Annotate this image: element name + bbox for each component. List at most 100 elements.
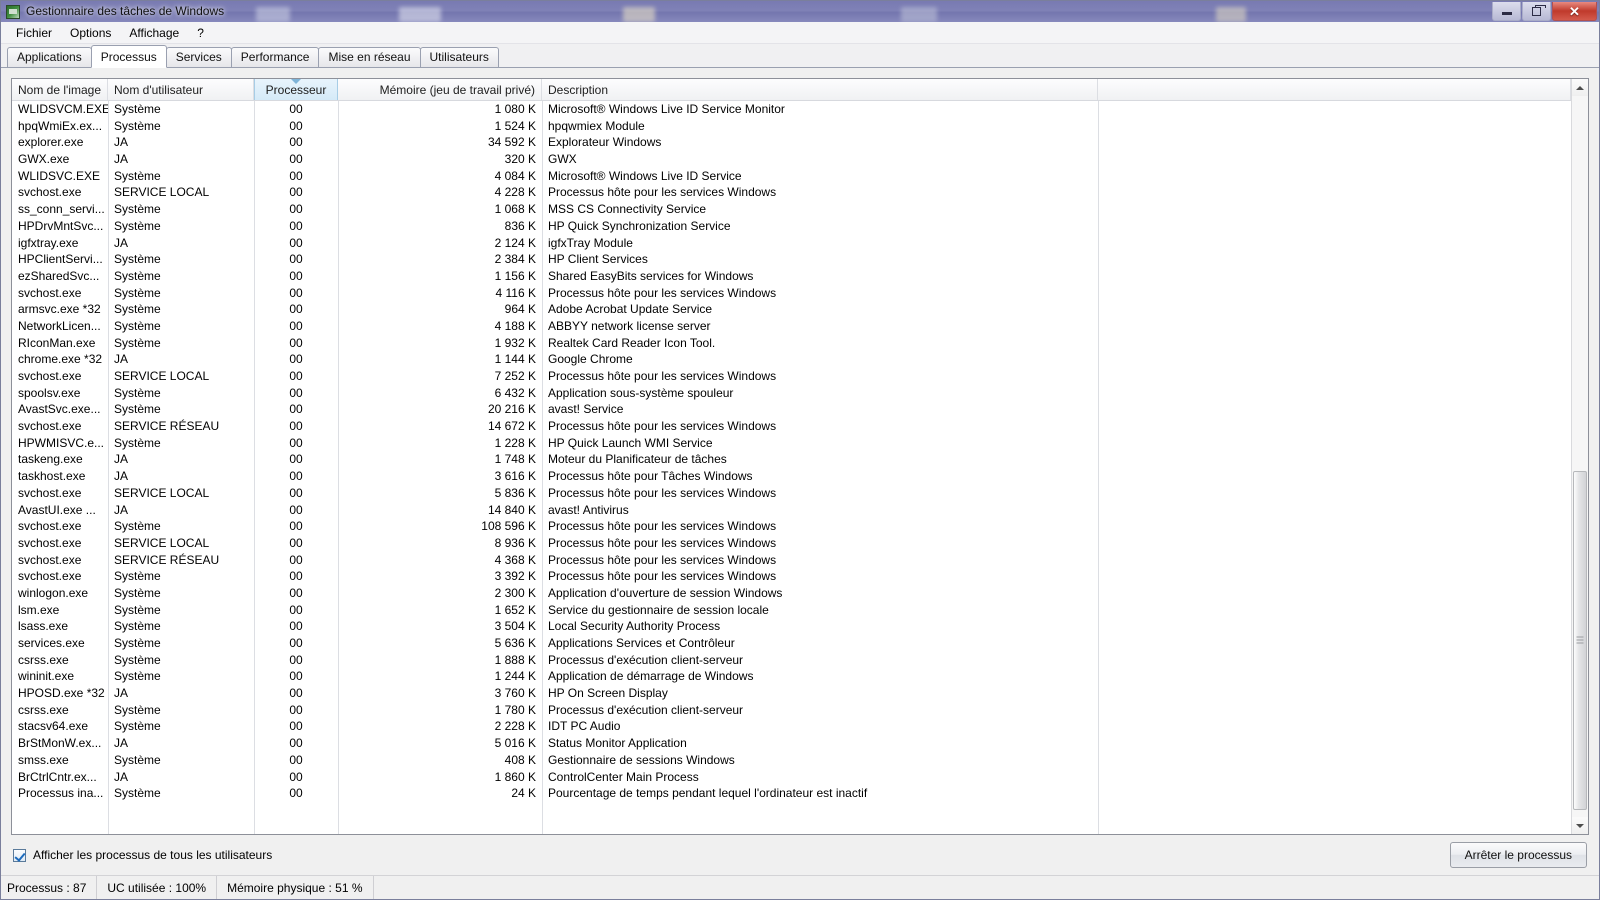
table-row[interactable]: taskeng.exe JA 00 1 748 K Moteur du Planific…: [12, 451, 1571, 468]
tab-processus[interactable]: Processus: [90, 45, 167, 68]
table-row[interactable]: lsass.exe Système 00 3 504 K Local Security …: [12, 618, 1571, 635]
table-row[interactable]: hpqWmiEx.ex... Système 00 1 524 K hpqwmiex M…: [12, 118, 1571, 135]
table-row[interactable]: svchost.exe SERVICE RÉSEAU 00 4 368 K Proces…: [12, 552, 1571, 569]
cell-user-name: Système: [114, 218, 161, 233]
table-row[interactable]: chrome.exe *32 JA 00 1 144 K Google Chrome: [12, 351, 1571, 368]
table-row[interactable]: wininit.exe Système 00 1 244 K Application d…: [12, 668, 1571, 685]
cell-description: igfxTray Module: [548, 235, 633, 250]
tab-services[interactable]: Services: [165, 47, 232, 67]
cell-description: HP Quick Synchronization Service: [548, 218, 731, 233]
table-row[interactable]: igfxtray.exe JA 00 2 124 K igfxTray Module: [12, 235, 1571, 252]
minimize-icon: [1501, 12, 1512, 15]
table-row[interactable]: csrss.exe Système 00 1 780 K Processus d'exé…: [12, 702, 1571, 719]
menu-item-affichage[interactable]: Affichage: [120, 24, 188, 42]
cell-image-name: AvastSvc.exe...: [18, 402, 101, 417]
table-row[interactable]: BrCtrlCntr.ex... JA 00 1 860 K ControlCenter…: [12, 769, 1571, 786]
cell-image-name: HPDrvMntSvc...: [18, 218, 104, 233]
table-row[interactable]: svchost.exe SERVICE LOCAL 00 5 836 K Process…: [12, 485, 1571, 502]
tab-performance[interactable]: Performance: [230, 47, 320, 67]
cell-user-name: Système: [114, 636, 161, 650]
cell-description: Processus hôte pour les services Windows: [548, 552, 777, 567]
column-header-memory[interactable]: Mémoire (jeu de travail privé): [338, 79, 542, 100]
cell-description: Processus hôte pour Tâches Windows: [548, 469, 753, 484]
cell-image-name: hpqWmiEx.ex...: [18, 118, 103, 133]
end-process-button[interactable]: Arrêter le processus: [1449, 842, 1587, 868]
table-row[interactable]: svchost.exe Système 00 3 392 K Processus hôt…: [12, 568, 1571, 585]
table-body[interactable]: WLIDSVCM.EXE Système 00 1 080 K Microsoft® W…: [12, 101, 1571, 834]
menu-item-options[interactable]: Options: [61, 24, 120, 42]
table-row[interactable]: ezSharedSvc... Système 00 1 156 K Shared Eas…: [12, 268, 1571, 285]
vertical-scrollbar[interactable]: [1571, 79, 1588, 834]
cell-memory: 3 760 K: [494, 686, 536, 701]
menu-item-help[interactable]: ?: [188, 24, 213, 42]
table-row[interactable]: svchost.exe Système 00 108 596 K Processus h…: [12, 518, 1571, 535]
table-row[interactable]: GWX.exe JA 00 320 K GWX: [12, 151, 1571, 168]
cell-description: Application d'ouverture de session Windo…: [548, 585, 783, 600]
cell-image-name: csrss.exe: [18, 652, 69, 667]
table-row[interactable]: HPDrvMntSvc... Système 00 836 K HP Quick Syn…: [12, 218, 1571, 235]
cell-image-name: explorer.exe: [18, 135, 84, 150]
table-row[interactable]: smss.exe Système 00 408 K Gestionnaire de se…: [12, 752, 1571, 769]
cell-cpu: 00: [289, 719, 303, 734]
table-row[interactable]: svchost.exe SERVICE LOCAL 00 4 228 K Process…: [12, 184, 1571, 201]
scrollbar-thumb[interactable]: [1573, 470, 1587, 810]
table-row[interactable]: spoolsv.exe Système 00 6 432 K Application s…: [12, 385, 1571, 402]
table-row[interactable]: BrStMonW.ex... JA 00 5 016 K Status Monitor …: [12, 735, 1571, 752]
table-row[interactable]: HPWMISVC.e... Système 00 1 228 K HP Quick La…: [12, 435, 1571, 452]
cell-image-name: svchost.exe: [18, 369, 82, 383]
table-row[interactable]: svchost.exe SERVICE LOCAL 00 8 936 K Process…: [12, 535, 1571, 552]
table-row[interactable]: explorer.exe JA 00 34 592 K Explorateur Wind…: [12, 134, 1571, 151]
table-row[interactable]: csrss.exe Système 00 1 888 K Processus d'exé…: [12, 652, 1571, 669]
table-row[interactable]: ss_conn_servi... Système 00 1 068 K MSS CS C…: [12, 201, 1571, 218]
table-row[interactable]: HPClientServi... Système 00 2 384 K HP Clien…: [12, 251, 1571, 268]
table-row[interactable]: Processus ina... Système 00 24 K Pourcentage…: [12, 785, 1571, 802]
cell-memory: 4 368 K: [494, 552, 536, 567]
table-row[interactable]: stacsv64.exe Système 00 2 228 K IDT PC Audio: [12, 718, 1571, 735]
show-all-users-checkbox[interactable]: [13, 848, 26, 862]
cell-memory: 1 748 K: [494, 452, 536, 467]
tab-applications[interactable]: Applications: [7, 47, 92, 67]
cell-memory: 1 652 K: [494, 602, 536, 617]
cell-image-name: ss_conn_servi...: [18, 202, 105, 217]
scroll-down-button[interactable]: [1572, 817, 1588, 834]
table-row[interactable]: NetworkLicen... Système 00 4 188 K ABBYY net…: [12, 318, 1571, 335]
cell-user-name: Système: [114, 519, 161, 534]
column-header-description[interactable]: Description: [542, 79, 1098, 100]
table-row[interactable]: taskhost.exe JA 00 3 616 K Processus hôte po…: [12, 468, 1571, 485]
table-row[interactable]: RIconMan.exe Système 00 1 932 K Realtek Card…: [12, 335, 1571, 352]
table-row[interactable]: services.exe Système 00 5 636 K Applications…: [12, 635, 1571, 652]
scrollbar-track[interactable]: [1572, 96, 1588, 817]
restore-button[interactable]: [1522, 2, 1551, 21]
table-row[interactable]: svchost.exe Système 00 4 116 K Processus hôt…: [12, 285, 1571, 302]
cell-memory: 1 888 K: [494, 652, 536, 667]
cell-memory: 14 672 K: [487, 419, 536, 434]
menu-item-fichier[interactable]: Fichier: [7, 24, 61, 42]
cell-cpu: 00: [289, 252, 303, 267]
cell-image-name: HPOSD.exe *32: [18, 686, 105, 701]
title-bar[interactable]: Gestionnaire des tâches de Windows ✕: [1, 1, 1599, 22]
column-header-user-name[interactable]: Nom d'utilisateur: [108, 79, 254, 100]
table-row[interactable]: WLIDSVCM.EXE Système 00 1 080 K Microsoft® W…: [12, 101, 1571, 118]
table-row[interactable]: AvastSvc.exe... Système 00 20 216 K avast! S…: [12, 401, 1571, 418]
table-row[interactable]: svchost.exe SERVICE RÉSEAU 00 14 672 K Proce…: [12, 418, 1571, 435]
scroll-up-button[interactable]: [1572, 79, 1588, 96]
table-row[interactable]: winlogon.exe Système 00 2 300 K Application …: [12, 585, 1571, 602]
table-row[interactable]: lsm.exe Système 00 1 652 K Service du gestio…: [12, 602, 1571, 619]
tab-utilisateurs[interactable]: Utilisateurs: [419, 47, 499, 67]
column-header-image-name[interactable]: Nom de l'image: [12, 79, 108, 100]
table-row[interactable]: HPOSD.exe *32 JA 00 3 760 K HP On Screen Dis…: [12, 685, 1571, 702]
cell-user-name: Système: [114, 335, 161, 350]
minimize-button[interactable]: [1492, 2, 1521, 21]
cell-memory: 4 116 K: [495, 285, 536, 300]
tab-mise-en-reseau[interactable]: Mise en réseau: [318, 47, 421, 67]
cell-cpu: 00: [289, 318, 303, 333]
table-row[interactable]: WLIDSVC.EXE Système 00 4 084 K Microsoft® Wi…: [12, 168, 1571, 185]
table-row[interactable]: svchost.exe SERVICE LOCAL 00 7 252 K Process…: [12, 368, 1571, 385]
table-row[interactable]: armsvc.exe *32 Système 00 964 K Adobe Acroba…: [12, 301, 1571, 318]
show-all-users-checkbox-row[interactable]: Afficher les processus de tous les utili…: [13, 848, 272, 862]
column-header-cpu[interactable]: Processeur: [254, 79, 338, 100]
close-button[interactable]: ✕: [1552, 2, 1597, 21]
table-row[interactable]: AvastUI.exe ... JA 00 14 840 K avast! Antivi…: [12, 502, 1571, 519]
column-header-cpu-label: Processeur: [265, 82, 327, 97]
cell-image-name: HPClientServi...: [18, 252, 103, 267]
